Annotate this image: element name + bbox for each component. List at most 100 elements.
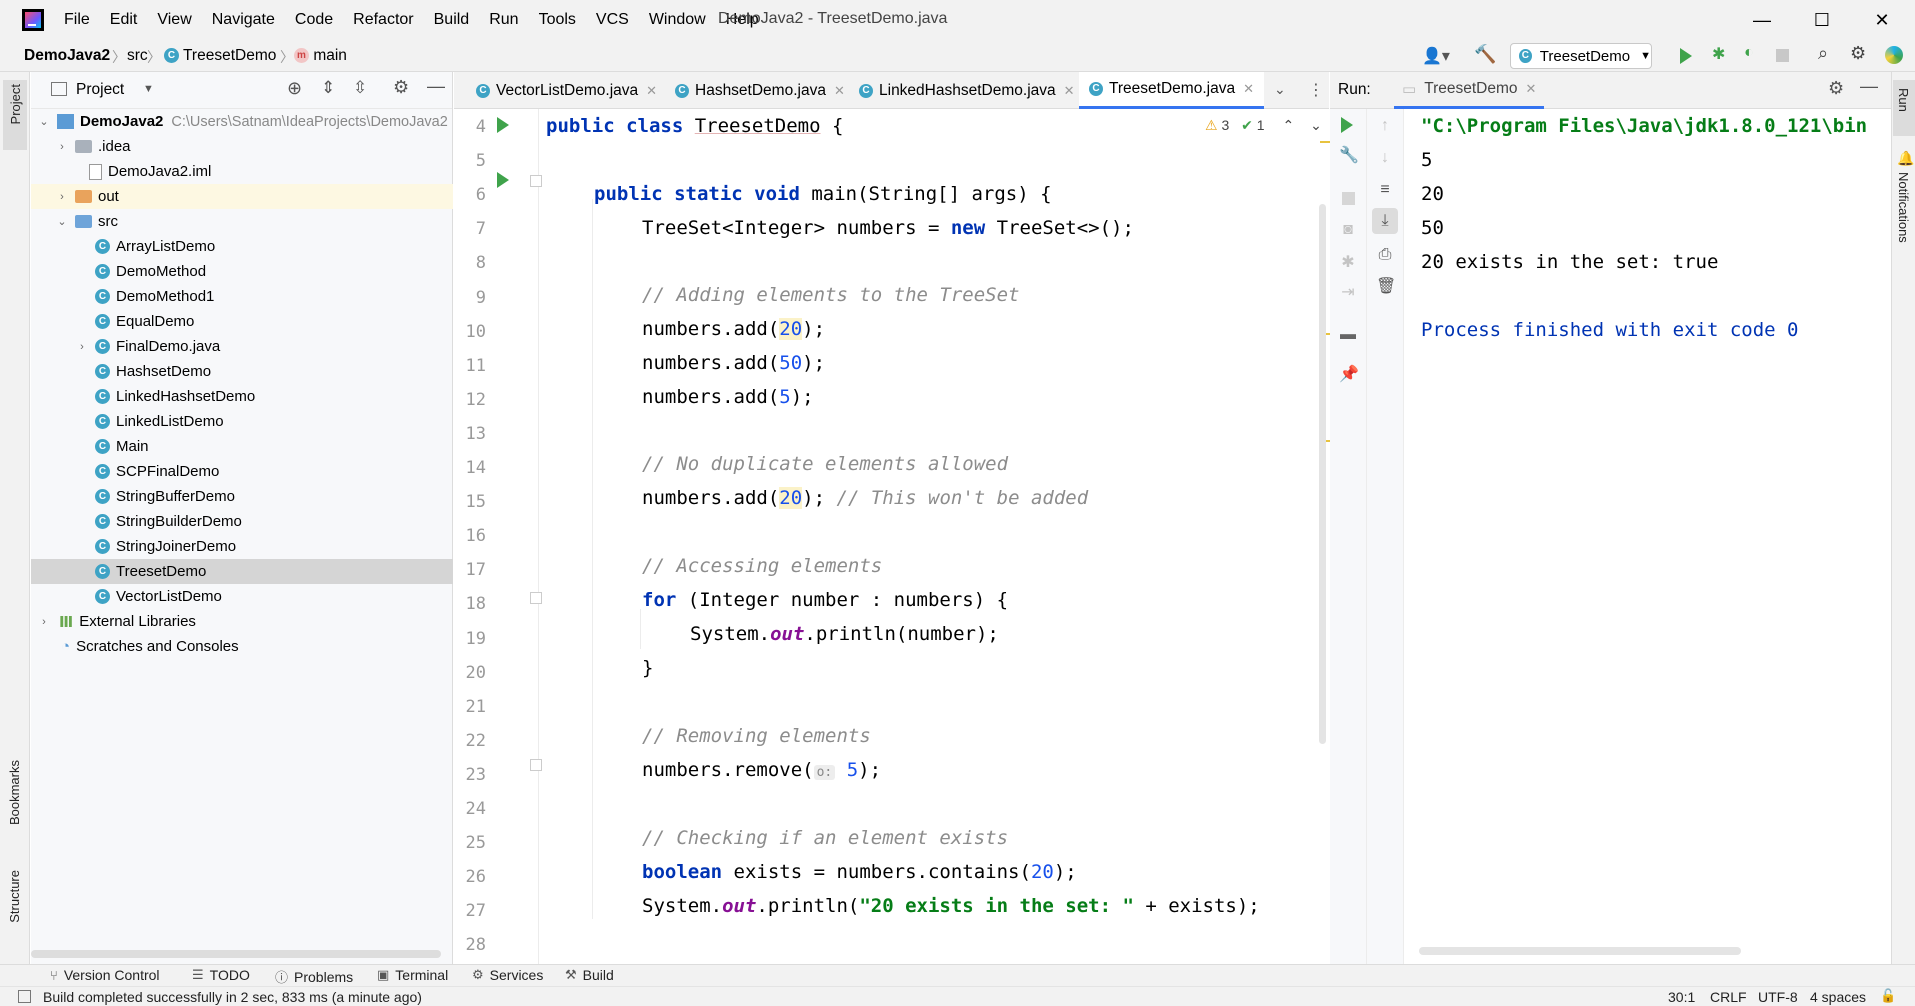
project-stripe-button[interactable]: Project — [3, 80, 27, 150]
close-tab-icon[interactable]: ✕ — [834, 83, 845, 99]
tree-item-class[interactable]: C StringBuilderDemo — [31, 509, 453, 534]
editor-scrollbar[interactable] — [1318, 109, 1334, 964]
menu-window[interactable]: Window — [649, 11, 706, 29]
run-main-gutter-icon[interactable] — [497, 172, 509, 188]
tree-item-class[interactable]: › C FinalDemo.java — [31, 334, 453, 359]
menu-build[interactable]: Build — [434, 11, 470, 29]
tree-item-class[interactable]: C VectorListDemo — [31, 584, 453, 609]
maximize-button[interactable]: ☐ — [1810, 8, 1834, 32]
breadcrumb-src[interactable]: src — [127, 47, 148, 65]
exit-icon[interactable]: ⇥ — [1339, 284, 1357, 302]
tree-item-class[interactable]: C DemoMethod — [31, 259, 453, 284]
tree-root[interactable]: ⌄ DemoJava2 C:\Users\Satnam\IdeaProjects… — [31, 109, 453, 134]
close-button[interactable]: ✕ — [1870, 8, 1894, 32]
hide-panel-icon[interactable]: — — [1860, 76, 1878, 97]
close-tab-icon[interactable]: ✕ — [1526, 81, 1537, 97]
chevron-down-icon[interactable]: ⌄ — [1274, 81, 1286, 98]
trash-icon[interactable]: 🗑 — [1376, 278, 1396, 296]
layout-icon[interactable]: ▬ — [1339, 326, 1357, 344]
horizontal-scrollbar[interactable] — [31, 950, 441, 958]
caret-position[interactable]: 30:1 — [1668, 989, 1695, 1005]
tree-item-scratches[interactable]: ◔ Scratches and Consoles — [31, 634, 453, 659]
arrow-down-icon[interactable]: ↓ — [1376, 149, 1394, 167]
run-stripe-button[interactable]: Run — [1893, 80, 1915, 136]
tree-item-external-libraries[interactable]: › Ⅲ External Libraries — [31, 609, 453, 634]
run-tab-treesetdemo[interactable]: ▭ TreesetDemo ✕ — [1394, 72, 1545, 109]
menu-view[interactable]: View — [157, 11, 191, 29]
toggle-tool-windows-icon[interactable] — [18, 990, 31, 1003]
tree-item-class[interactable]: C LinkedHashsetDemo — [31, 384, 453, 409]
menu-edit[interactable]: Edit — [110, 11, 138, 29]
toolbox-app-icon[interactable] — [1885, 46, 1903, 64]
menu-file[interactable]: File — [64, 11, 90, 29]
pin-icon[interactable]: 📌 — [1339, 366, 1359, 384]
run-button[interactable] — [1680, 48, 1692, 64]
tab-hashsetdemo[interactable]: C HashsetDemo.java ✕ — [675, 72, 845, 109]
menu-refactor[interactable]: Refactor — [353, 11, 413, 29]
stop-icon[interactable] — [1342, 192, 1355, 205]
tool-services[interactable]: ⚙ Services — [472, 967, 543, 983]
tree-item-class[interactable]: C DemoMethod1 — [31, 284, 453, 309]
menu-navigate[interactable]: Navigate — [212, 11, 275, 29]
code-editor[interactable]: public class TreesetDemo { public static… — [546, 109, 1316, 964]
console-horizontal-scrollbar[interactable] — [1419, 947, 1741, 955]
hide-panel-icon[interactable]: — — [427, 76, 445, 97]
tree-item-src[interactable]: ⌄ src — [31, 209, 453, 234]
soft-wrap-icon[interactable]: ≡ — [1376, 181, 1394, 199]
tree-item-class[interactable]: C Main — [31, 434, 453, 459]
breadcrumb-class[interactable]: C TreesetDemo — [164, 47, 276, 65]
run-class-gutter-icon[interactable] — [497, 117, 509, 133]
tree-item-class[interactable]: C HashsetDemo — [31, 359, 453, 384]
menu-code[interactable]: Code — [295, 11, 333, 29]
status-message[interactable]: Build completed successfully in 2 sec, 8… — [43, 989, 422, 1005]
build-hammer-icon[interactable]: 🔨 — [1474, 44, 1496, 65]
tree-item-class[interactable]: C TreesetDemo — [31, 559, 453, 584]
stop-icon[interactable] — [1776, 49, 1789, 62]
tree-item-idea[interactable]: › .idea — [31, 134, 453, 159]
modify-config-wrench-icon[interactable]: 🔧 — [1339, 147, 1359, 165]
tree-item-class[interactable]: C EqualDemo — [31, 309, 453, 334]
breadcrumb-method[interactable]: m main — [294, 47, 347, 65]
print-icon[interactable]: ⎙ — [1376, 246, 1394, 264]
run-with-coverage-icon[interactable]: ◐ — [1744, 44, 1754, 62]
fold-marker-icon[interactable] — [530, 592, 542, 604]
options-gear-icon[interactable]: ⚙ — [393, 77, 409, 98]
breadcrumb-project[interactable]: DemoJava2 — [24, 47, 110, 65]
debug-bug-icon[interactable]: ✱ — [1339, 254, 1357, 272]
fold-marker-icon[interactable] — [530, 759, 542, 771]
tab-linkedhashsetdemo[interactable]: C LinkedHashsetDemo.java ✕ — [859, 72, 1075, 109]
settings-gear-icon[interactable]: ⚙ — [1850, 43, 1866, 64]
scroll-to-end-icon[interactable]: ⤓ — [1372, 208, 1398, 234]
lock-icon[interactable]: 🔓 — [1880, 988, 1896, 1004]
collapse-all-icon[interactable]: ⇳ — [353, 78, 367, 98]
tool-terminal[interactable]: ▣ Terminal — [377, 967, 448, 983]
previous-highlight-icon[interactable]: ⌃ — [1282, 117, 1294, 133]
rerun-icon[interactable] — [1341, 117, 1353, 133]
menu-vcs[interactable]: VCS — [596, 11, 629, 29]
indent-setting[interactable]: 4 spaces — [1810, 989, 1866, 1005]
tree-item-out[interactable]: › out — [31, 184, 453, 209]
debug-bug-icon[interactable]: ✱ — [1712, 44, 1725, 64]
scrollbar-thumb[interactable] — [1319, 204, 1326, 744]
fold-marker-icon[interactable] — [530, 175, 542, 187]
project-panel-title[interactable]: Project — [76, 81, 124, 99]
structure-stripe-button[interactable]: Structure — [7, 870, 22, 923]
close-tab-icon[interactable]: ✕ — [1064, 83, 1075, 99]
tree-item-iml[interactable]: DemoJava2.iml — [31, 159, 453, 184]
tree-item-class[interactable]: C LinkedListDemo — [31, 409, 453, 434]
select-opened-file-icon[interactable]: ⊕ — [287, 78, 302, 99]
run-settings-gear-icon[interactable]: ⚙ — [1828, 78, 1844, 99]
file-encoding[interactable]: UTF-8 — [1758, 989, 1798, 1005]
tree-item-class[interactable]: C ArrayListDemo — [31, 234, 453, 259]
tree-item-class[interactable]: C StringBufferDemo — [31, 484, 453, 509]
tree-item-class[interactable]: C SCPFinalDemo — [31, 459, 453, 484]
notifications-stripe-button[interactable]: Notifications — [1896, 172, 1911, 243]
chevron-down-icon[interactable]: ▼ — [143, 83, 154, 95]
arrow-up-icon[interactable]: ↑ — [1376, 117, 1394, 135]
user-icon[interactable]: 👤▾ — [1422, 46, 1450, 66]
tool-version-control[interactable]: ⑂ Version Control — [50, 967, 160, 983]
menu-run[interactable]: Run — [489, 11, 518, 29]
tree-item-class[interactable]: C StringJoinerDemo — [31, 534, 453, 559]
expand-all-icon[interactable]: ⇕ — [321, 78, 335, 98]
close-tab-icon[interactable]: ✕ — [646, 83, 657, 99]
